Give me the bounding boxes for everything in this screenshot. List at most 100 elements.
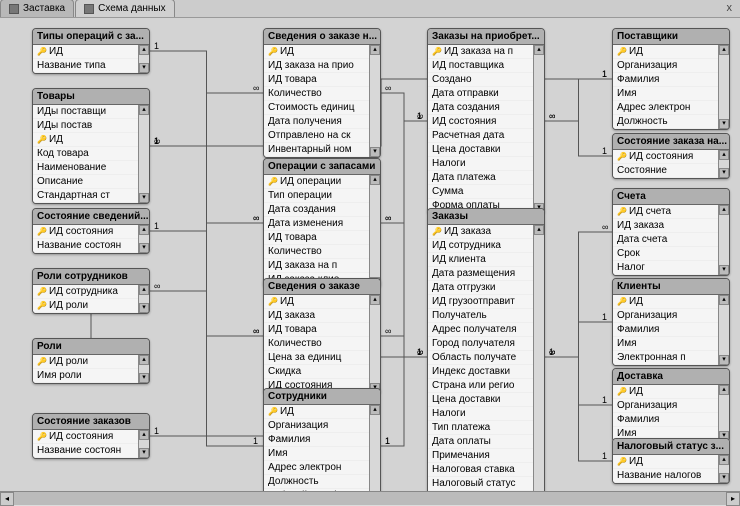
table-scrollbar[interactable]: ▴▾ <box>718 150 729 178</box>
scroll-up-icon[interactable]: ▴ <box>370 405 380 415</box>
scrollbar-track[interactable] <box>139 55 149 63</box>
table-t_state_sved[interactable]: Состояние сведений...🔑ИД состоянияНазван… <box>32 208 150 254</box>
table-field[interactable]: Дата получения <box>264 115 369 129</box>
table-field[interactable]: Налоговый статус <box>428 477 533 491</box>
table-field[interactable]: ИД клиента <box>428 253 533 267</box>
table-t_emp[interactable]: Сотрудники🔑ИДОрганизацияФамилияИмяАдрес … <box>263 388 381 491</box>
table-scrollbar[interactable]: ▴▾ <box>369 45 380 157</box>
table-field[interactable]: Тип операции <box>264 189 369 203</box>
table-field[interactable]: 🔑ИД роли <box>33 299 138 313</box>
table-title[interactable]: Состояние заказов <box>33 414 149 430</box>
close-icon[interactable]: x <box>727 2 733 14</box>
table-field[interactable]: Количество <box>264 337 369 351</box>
scrollbar-track[interactable] <box>370 55 380 147</box>
scroll-up-icon[interactable]: ▴ <box>534 45 544 55</box>
table-t_types[interactable]: Типы операций с за...🔑ИДНазвание типа▴▾ <box>32 28 150 74</box>
table-field[interactable]: 🔑ИД <box>264 405 369 419</box>
table-title[interactable]: Сотрудники <box>264 389 380 405</box>
scroll-down-icon[interactable]: ▾ <box>719 355 729 365</box>
table-field[interactable]: Адрес получателя <box>428 323 533 337</box>
table-field[interactable]: Дата счета <box>613 233 718 247</box>
table-t_state_ord[interactable]: Состояние заказов🔑ИД состоянияНазвание с… <box>32 413 150 459</box>
scroll-down-icon[interactable]: ▾ <box>139 63 149 73</box>
table-field[interactable]: Должность <box>264 475 369 489</box>
table-field[interactable]: 🔑ИД заказа <box>428 225 533 239</box>
table-scrollbar[interactable]: ▴▾ <box>718 45 729 129</box>
table-scrollbar[interactable]: ▴▾ <box>138 355 149 383</box>
table-title[interactable]: Налоговый статус з... <box>613 439 729 455</box>
table-field[interactable]: Примечания <box>428 449 533 463</box>
table-field[interactable]: Адрес электрон <box>613 101 718 115</box>
table-t_roles_emp[interactable]: Роли сотрудников🔑ИД сотрудника🔑ИД роли▴▾ <box>32 268 150 314</box>
scroll-up-icon[interactable]: ▴ <box>139 355 149 365</box>
table-scrollbar[interactable]: ▴▾ <box>369 175 380 287</box>
table-field[interactable]: Имя <box>613 337 718 351</box>
scroll-up-icon[interactable]: ▴ <box>370 175 380 185</box>
scrollbar-track[interactable] <box>534 55 544 203</box>
table-field[interactable]: Название состоян <box>33 239 138 253</box>
table-field[interactable]: 🔑ИД <box>33 133 138 147</box>
scrollbar-track[interactable] <box>370 415 380 491</box>
table-scrollbar[interactable]: ▴▾ <box>369 295 380 393</box>
table-field[interactable]: Рабочий телеф <box>264 489 369 491</box>
table-field[interactable]: Имя роли <box>33 369 138 383</box>
tab-view2[interactable]: Схема данных <box>75 0 175 17</box>
scroll-up-icon[interactable]: ▴ <box>719 150 729 160</box>
scroll-down-icon[interactable]: ▾ <box>139 373 149 383</box>
table-field[interactable]: Организация <box>613 399 718 413</box>
table-field[interactable]: Код товара <box>33 147 138 161</box>
table-title[interactable]: Состояние заказа на... <box>613 134 729 150</box>
table-field[interactable]: 🔑ИД <box>613 295 718 309</box>
table-scrollbar[interactable]: ▴▾ <box>138 430 149 458</box>
table-field[interactable]: 🔑ИД сотрудника <box>33 285 138 299</box>
table-title[interactable]: Заказы на приобрет... <box>428 29 544 45</box>
scrollbar-track[interactable] <box>719 215 729 265</box>
table-field[interactable]: ИД товара <box>264 73 369 87</box>
table-field[interactable]: Организация <box>613 59 718 73</box>
scrollbar-track[interactable] <box>139 295 149 303</box>
scroll-up-icon[interactable]: ▴ <box>139 225 149 235</box>
table-title[interactable]: Сведения о заказе <box>264 279 380 295</box>
scrollbar-track[interactable] <box>370 185 380 277</box>
scroll-up-icon[interactable]: ▴ <box>139 285 149 295</box>
table-title[interactable]: Товары <box>33 89 149 105</box>
scrollbar-track[interactable] <box>14 492 726 505</box>
table-field[interactable]: Дата изменения <box>264 217 369 231</box>
table-field[interactable]: Дата платежа <box>428 171 533 185</box>
table-field[interactable]: Фамилия <box>613 323 718 337</box>
table-t_tax[interactable]: Налоговый статус з...🔑ИДНазвание налогов… <box>612 438 730 484</box>
table-field[interactable]: ИД состояния <box>428 115 533 129</box>
table-scrollbar[interactable]: ▴▾ <box>718 295 729 365</box>
table-t_state_zn[interactable]: Состояние заказа на...🔑ИД состоянияСосто… <box>612 133 730 179</box>
table-t_clients[interactable]: Клиенты🔑ИДОрганизацияФамилияИмяЭлектронн… <box>612 278 730 366</box>
horizontal-scrollbar[interactable]: ◂ ▸ <box>0 491 740 505</box>
table-field[interactable]: Имя <box>264 447 369 461</box>
table-t_sved_n[interactable]: Сведения о заказе н...🔑ИДИД заказа на пр… <box>263 28 381 158</box>
table-field[interactable]: Область получате <box>428 351 533 365</box>
table-t_sved_o[interactable]: Сведения о заказе🔑ИДИД заказаИД товараКо… <box>263 278 381 394</box>
table-field[interactable]: 🔑ИД заказа на п <box>428 45 533 59</box>
scroll-down-icon[interactable]: ▾ <box>139 448 149 458</box>
table-field[interactable]: 🔑ИД состояния <box>613 150 718 164</box>
table-field[interactable]: Дата создания <box>428 101 533 115</box>
table-t_supp[interactable]: Поставщики🔑ИДОрганизацияФамилияИмяАдрес … <box>612 28 730 130</box>
table-field[interactable]: ИД поставщика <box>428 59 533 73</box>
table-field[interactable]: Город получателя <box>428 337 533 351</box>
table-field[interactable]: Цена доставки <box>428 393 533 407</box>
table-field[interactable]: Дата отгрузки <box>428 281 533 295</box>
scroll-up-icon[interactable]: ▴ <box>719 455 729 465</box>
table-title[interactable]: Счета <box>613 189 729 205</box>
table-scrollbar[interactable]: ▴▾ <box>718 385 729 441</box>
table-scrollbar[interactable]: ▴▾ <box>533 225 544 491</box>
table-t_ops[interactable]: Операции с запасами🔑ИД операцииТип опера… <box>263 158 381 288</box>
scroll-down-icon[interactable]: ▾ <box>139 243 149 253</box>
table-t_zak_pri[interactable]: Заказы на приобрет...🔑ИД заказа на пИД п… <box>427 28 545 214</box>
scroll-up-icon[interactable]: ▴ <box>370 45 380 55</box>
table-scrollbar[interactable]: ▴▾ <box>138 45 149 73</box>
table-field[interactable]: 🔑ИД <box>264 45 369 59</box>
table-field[interactable]: ИД заказа <box>264 309 369 323</box>
table-field[interactable]: ИДы поставщи <box>33 105 138 119</box>
table-field[interactable]: Название налогов <box>613 469 718 483</box>
table-field[interactable]: ИД заказа <box>613 219 718 233</box>
table-field[interactable]: ИДы постав <box>33 119 138 133</box>
